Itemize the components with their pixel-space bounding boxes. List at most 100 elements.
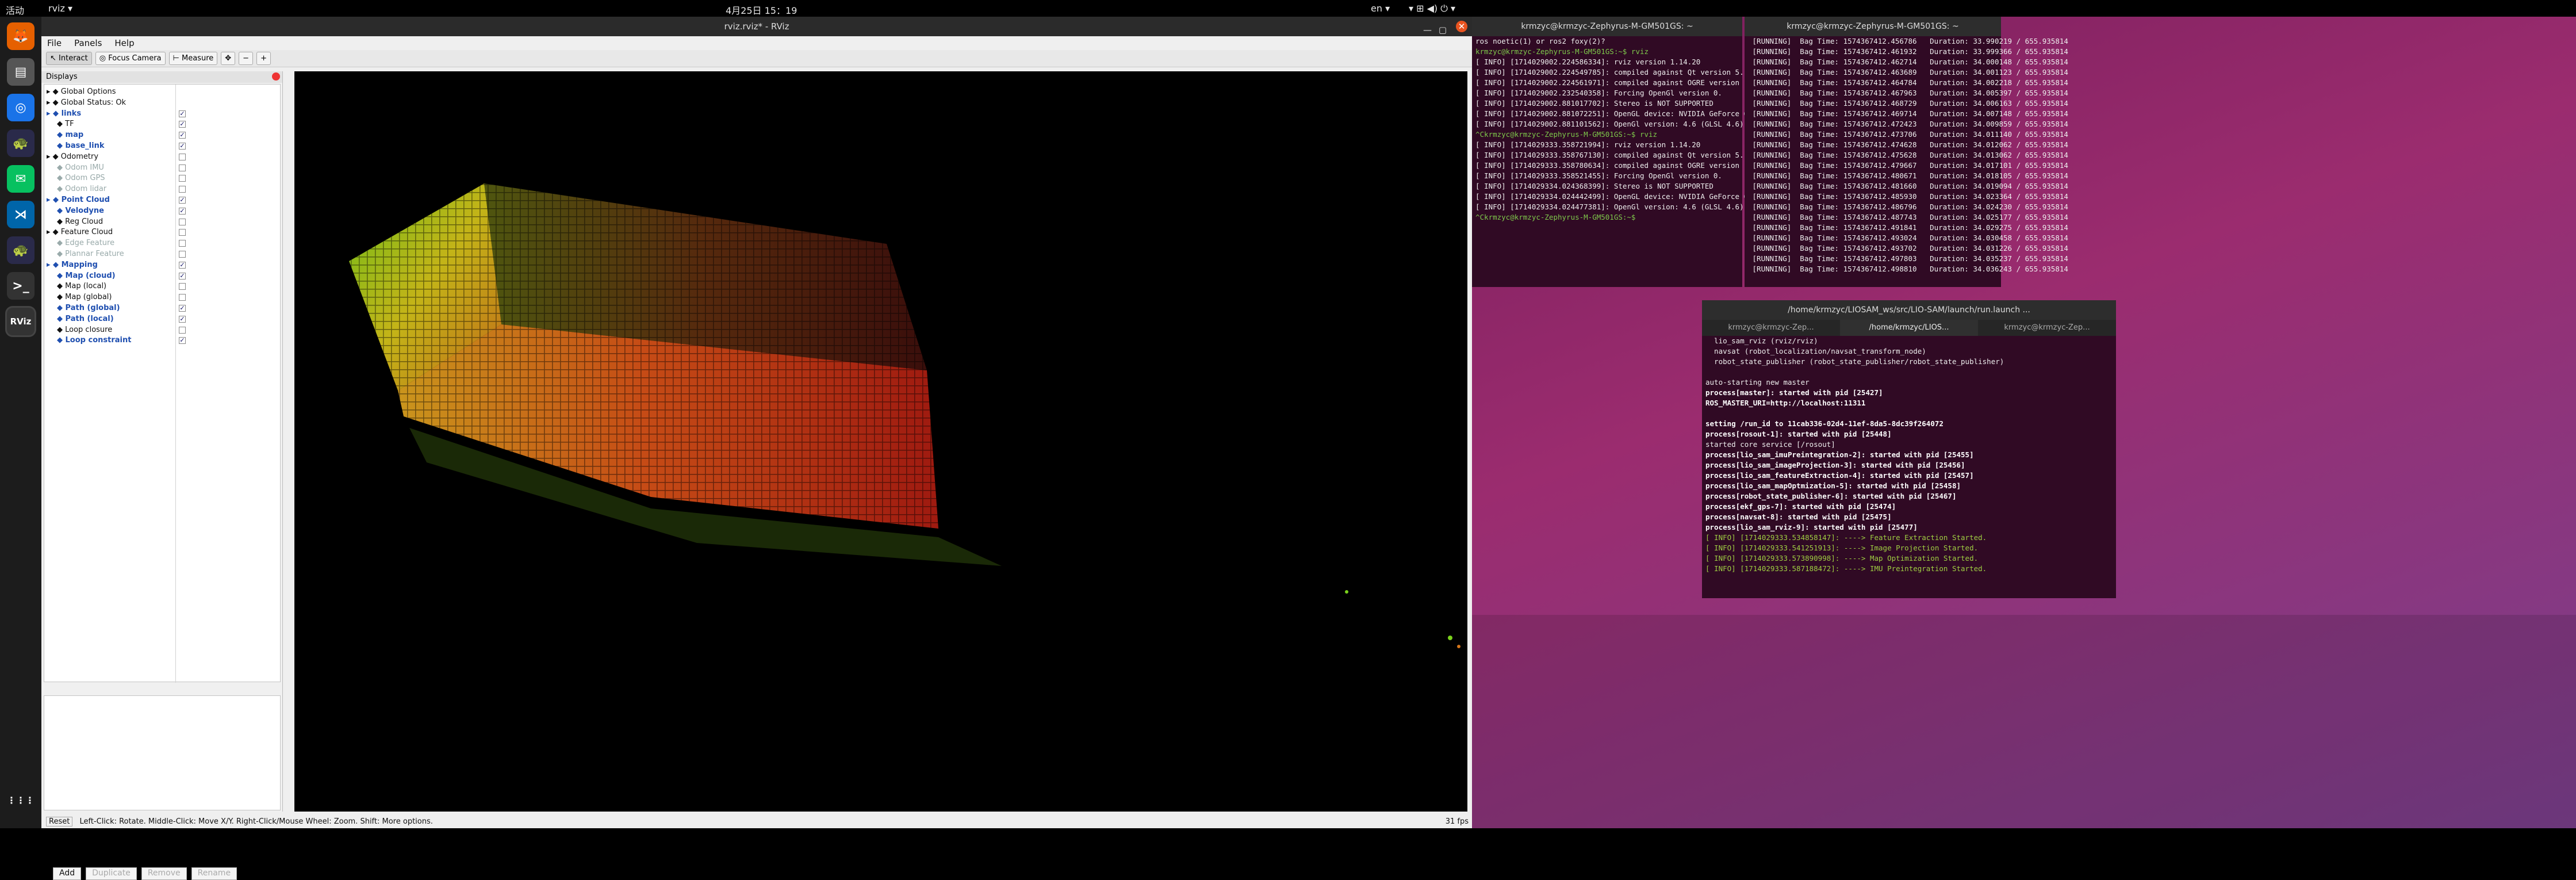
terminal-tab[interactable]: /home/krmzyc/LIOS... (1840, 320, 1978, 336)
add-button[interactable]: Add (53, 867, 82, 880)
display-item[interactable]: ◆ Path (global) (57, 303, 120, 313)
display-enabled-checkbox[interactable] (179, 283, 186, 290)
terminal-tab[interactable]: krmzyc@krmzyc-Zep... (1702, 320, 1840, 336)
language-indicator[interactable]: en ▾ (1371, 3, 1390, 14)
display-enabled-checkbox[interactable] (179, 240, 186, 247)
app-menu[interactable]: rviz ▾ (48, 3, 72, 14)
display-enabled-checkbox[interactable]: ✓ (179, 305, 186, 312)
remove-button[interactable]: Remove (141, 867, 187, 880)
display-item[interactable]: ◆ Plannar Feature (57, 249, 124, 259)
displays-buttons: Add Duplicate Remove Rename (41, 867, 283, 880)
display-enabled-checkbox[interactable] (179, 164, 186, 171)
move-camera-icon[interactable]: ✥ (221, 52, 236, 65)
menu-help[interactable]: Help (114, 38, 134, 48)
display-enabled-checkbox[interactable]: ✓ (179, 272, 186, 280)
display-enabled-checkbox[interactable] (179, 186, 186, 193)
display-item[interactable]: ◆ TF (57, 119, 74, 129)
display-item[interactable]: ◆ Velodyne (57, 206, 104, 216)
scan-point (1448, 636, 1452, 640)
display-enabled-checkbox[interactable] (179, 153, 186, 160)
measure-tool[interactable]: ⊢ Measure (168, 52, 218, 65)
ros-icon[interactable]: 🐢 (7, 129, 34, 157)
display-item[interactable]: ▸ ◆ Mapping (47, 260, 98, 270)
fps-readout: 31 fps (1445, 817, 1469, 826)
menu-bar: File Panels Help (41, 36, 1472, 50)
display-enabled-checkbox[interactable]: ✓ (179, 132, 186, 139)
display-item[interactable]: ▸ ◆ Odometry (47, 152, 98, 162)
window-grid (349, 183, 938, 529)
display-item[interactable]: ◆ Path (local) (57, 314, 114, 324)
display-enabled-checkbox[interactable]: ✓ (179, 315, 186, 323)
ros2-icon[interactable]: 🐢 (7, 236, 34, 264)
display-item[interactable]: ◆ Odom GPS (57, 173, 105, 183)
display-item[interactable]: ◆ Odom lidar (57, 184, 106, 194)
clock[interactable]: 4月25日 15：19 (726, 3, 797, 17)
display-enabled-checkbox[interactable] (179, 218, 186, 225)
display-enabled-checkbox[interactable]: ✓ (179, 261, 186, 269)
activities-button[interactable]: 活动 (6, 3, 24, 17)
menu-panels[interactable]: Panels (74, 38, 102, 48)
display-enabled-checkbox[interactable]: ✓ (179, 110, 186, 117)
terminal-tab[interactable]: krmzyc@krmzyc-Zep... (1978, 320, 2116, 336)
display-enabled-checkbox[interactable]: ✓ (179, 197, 186, 204)
display-item[interactable]: ▸ ◆ links (47, 109, 81, 119)
display-item[interactable]: ◆ base_link (57, 141, 104, 151)
display-item[interactable]: ▸ ◆ Global Options (47, 87, 116, 97)
duplicate-button[interactable]: Duplicate (86, 867, 137, 880)
show-apps-icon[interactable]: ⋮⋮⋮ (7, 786, 34, 814)
terminal-title: krmzyc@krmzyc-Zephyrus-M-GM501GS: ~ (1472, 17, 1742, 36)
display-item[interactable]: ◆ map (57, 130, 83, 140)
terminal-title: krmzyc@krmzyc-Zephyrus-M-GM501GS: ~ (1745, 17, 2001, 36)
display-item[interactable]: ◆ Map (cloud) (57, 271, 116, 281)
terminal-rviz[interactable]: krmzyc@krmzyc-Zephyrus-M-GM501GS: ~ ros … (1472, 17, 1822, 287)
rviz-icon[interactable]: RViz (7, 308, 34, 335)
firefox-icon[interactable]: 🦊 (7, 22, 34, 50)
rename-button[interactable]: Rename (191, 867, 237, 880)
wechat-icon[interactable]: ✉ (7, 165, 34, 193)
display-item[interactable]: ▸ ◆ Global Status: Ok (47, 98, 126, 108)
display-item[interactable]: ◆ Map (global) (57, 292, 112, 303)
terminal-liosam[interactable]: /home/krmzyc/LIOSAM_ws/src/LIO-SAM/launc… (1702, 300, 2116, 598)
scan-point (1457, 645, 1460, 648)
reset-button[interactable]: Reset (46, 817, 73, 827)
display-item[interactable]: ◆ Loop closure (57, 325, 112, 335)
display-item[interactable]: ◆ Loop constraint (57, 335, 131, 346)
display-item[interactable]: ◆ Edge Feature (57, 238, 114, 248)
display-item[interactable]: ▸ ◆ Feature Cloud (47, 227, 113, 238)
display-enabled-checkbox[interactable] (179, 251, 186, 258)
close-icon[interactable]: ✕ (1456, 21, 1467, 32)
display-enabled-checkbox[interactable] (179, 294, 186, 301)
maximize-icon[interactable]: ▢ (1439, 20, 1447, 40)
terminal-icon[interactable]: >_ (7, 272, 34, 300)
display-enabled-checkbox[interactable]: ✓ (179, 207, 186, 215)
display-item[interactable]: ▸ ◆ Point Cloud (47, 195, 110, 205)
files-icon[interactable]: ▤ (7, 58, 34, 86)
display-item[interactable]: ◆ Odom IMU (57, 163, 104, 173)
minimize-icon[interactable]: — (1423, 20, 1432, 40)
3d-viewport[interactable] (294, 71, 1467, 812)
interact-tool[interactable]: ↖ Interact (46, 52, 92, 65)
chrome-icon[interactable]: ◎ (7, 94, 34, 121)
display-enabled-checkbox[interactable] (179, 229, 186, 236)
rviz-window: rviz.rviz* - RViz — ▢ ✕ File Panels Help… (41, 17, 1472, 880)
vscode-icon[interactable]: ⋊ (7, 201, 34, 228)
scan-point (1345, 590, 1348, 594)
menu-file[interactable]: File (47, 38, 62, 48)
display-enabled-checkbox[interactable] (179, 175, 186, 182)
displays-tree: ▸ ◆ Global Options ▸ ◆ Global Status: Ok ▸… (44, 84, 281, 683)
focus-camera-tool[interactable]: ◎ Focus Camera (95, 52, 166, 65)
display-enabled-checkbox[interactable]: ✓ (179, 121, 186, 128)
system-tray[interactable]: ▾ ⊞ ◀) ⏻ ▾ (1409, 3, 1455, 14)
display-enabled-checkbox[interactable] (179, 326, 186, 334)
display-enabled-checkbox[interactable]: ✓ (179, 337, 186, 345)
displays-header: Displays (41, 71, 282, 83)
display-item[interactable]: ◆ Reg Cloud (57, 217, 103, 227)
terminal-output: lio_sam_rviz (rviz/rviz) navsat (robot_l… (1705, 336, 2004, 573)
close-panel-icon[interactable] (272, 72, 280, 81)
remove-tool-icon[interactable]: − (239, 52, 254, 65)
display-enabled-checkbox[interactable]: ✓ (179, 143, 186, 150)
dock: 🦊 ▤ ◎ 🐢 ✉ ⋊ 🐢 >_ RViz ⋮⋮⋮ (0, 17, 41, 828)
add-tool-icon[interactable]: + (256, 52, 271, 65)
display-item[interactable]: ◆ Map (local) (57, 281, 106, 292)
terminal-rosbag[interactable]: krmzyc@krmzyc-Zephyrus-M-GM501GS: ~ [RUN… (1745, 17, 2068, 287)
